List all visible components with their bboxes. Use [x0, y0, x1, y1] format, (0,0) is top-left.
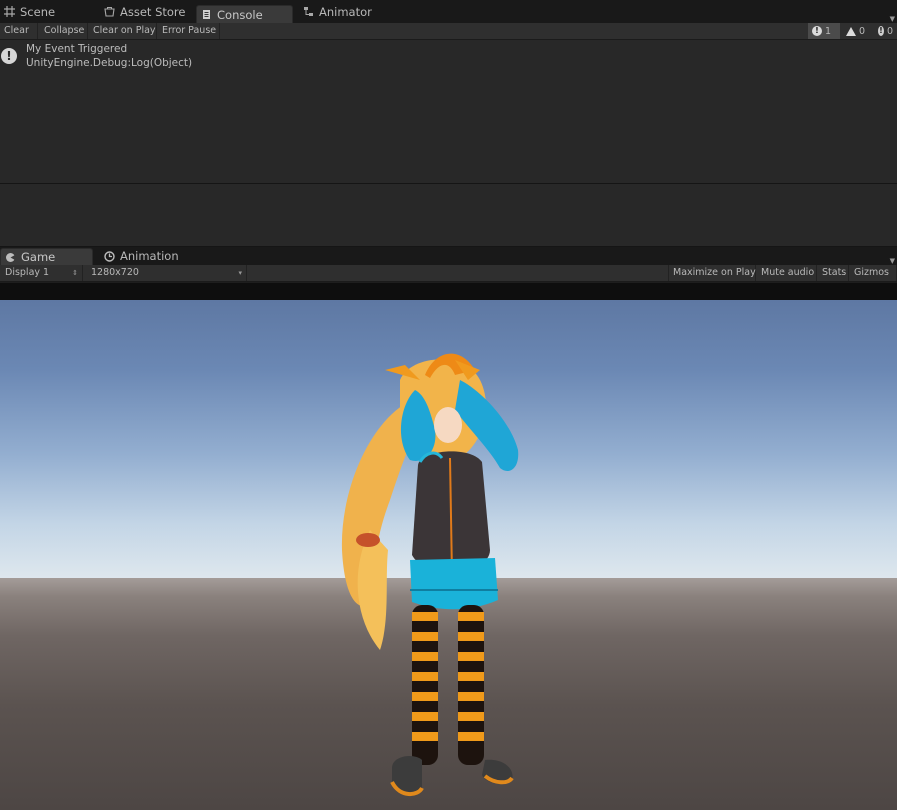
log-message: My Event Triggered	[26, 43, 128, 55]
tab-animation-label: Animation	[120, 249, 179, 263]
tab-game-label: Game	[21, 250, 56, 264]
stats-button[interactable]: Stats	[818, 265, 849, 281]
anime-character-model	[341, 353, 519, 796]
game-icon	[5, 252, 16, 263]
console-toolbar: Clear Collapse Clear on Play Error Pause…	[0, 23, 897, 40]
console-tab-bar: Scene Asset Store Console Animator ▼	[0, 0, 897, 23]
tab-animator[interactable]: Animator	[299, 0, 389, 23]
clear-button[interactable]: Clear	[0, 23, 38, 39]
collapse-button[interactable]: Collapse	[40, 23, 88, 39]
game-viewport[interactable]	[0, 283, 897, 810]
panel-menu-icon[interactable]: ▼	[890, 257, 895, 265]
error-pause-button[interactable]: Error Pause	[158, 23, 220, 39]
log-entry[interactable]: ! My Event Triggered UnityEngine.Debug:L…	[0, 42, 897, 72]
tab-animator-label: Animator	[319, 4, 372, 19]
mute-audio-button[interactable]: Mute audio	[757, 265, 817, 281]
clear-on-play-button[interactable]: Clear on Play	[89, 23, 157, 39]
error-filter-toggle[interactable]: ! 0	[874, 23, 897, 39]
updown-arrows-icon: ⇕	[72, 269, 78, 277]
resolution-value: 1280x720	[91, 267, 139, 278]
display-value: Display 1	[5, 267, 50, 278]
grid-icon	[4, 6, 15, 17]
warning-count: 0	[859, 25, 866, 37]
game-toolbar: Display 1 ⇕ 1280x720 ▾ Maximize on Play …	[0, 265, 897, 282]
game-scene	[0, 300, 897, 810]
tab-console-label: Console	[217, 7, 263, 22]
gizmos-dropdown[interactable]: Gizmos	[850, 265, 897, 281]
animation-icon	[104, 250, 115, 262]
tab-asset-store[interactable]: Asset Store	[100, 0, 195, 23]
warning-icon	[846, 26, 856, 36]
store-icon	[104, 6, 115, 17]
info-count: 1	[825, 25, 832, 37]
info-icon: !	[1, 48, 17, 64]
letterbox-bar	[0, 283, 897, 300]
display-dropdown[interactable]: Display 1 ⇕	[0, 265, 83, 281]
panel-menu-icon[interactable]: ▼	[890, 15, 895, 23]
tab-animation[interactable]: Animation	[100, 247, 200, 265]
console-log-list: ! My Event Triggered UnityEngine.Debug:L…	[0, 40, 897, 184]
info-icon: !	[812, 26, 822, 36]
log-stacktrace: UnityEngine.Debug:Log(Object)	[26, 57, 193, 69]
error-icon: !	[878, 26, 884, 36]
maximize-on-play-button[interactable]: Maximize on Play	[668, 265, 756, 281]
chevron-down-icon: ▾	[238, 269, 242, 277]
tab-scene[interactable]: Scene	[0, 0, 98, 23]
warning-filter-toggle[interactable]: 0	[842, 23, 872, 39]
console-detail-pane	[0, 184, 897, 247]
resolution-dropdown[interactable]: 1280x720 ▾	[86, 265, 247, 281]
tab-scene-label: Scene	[20, 4, 56, 19]
console-icon	[201, 9, 212, 20]
animator-icon	[303, 6, 314, 17]
error-count: 0	[886, 25, 893, 37]
tab-console[interactable]: Console	[196, 5, 293, 23]
info-filter-toggle[interactable]: ! 1	[808, 23, 840, 39]
tab-asset-store-label: Asset Store	[120, 4, 186, 19]
game-tab-bar: Game Animation ▼	[0, 247, 897, 265]
tab-game[interactable]: Game	[0, 248, 93, 265]
